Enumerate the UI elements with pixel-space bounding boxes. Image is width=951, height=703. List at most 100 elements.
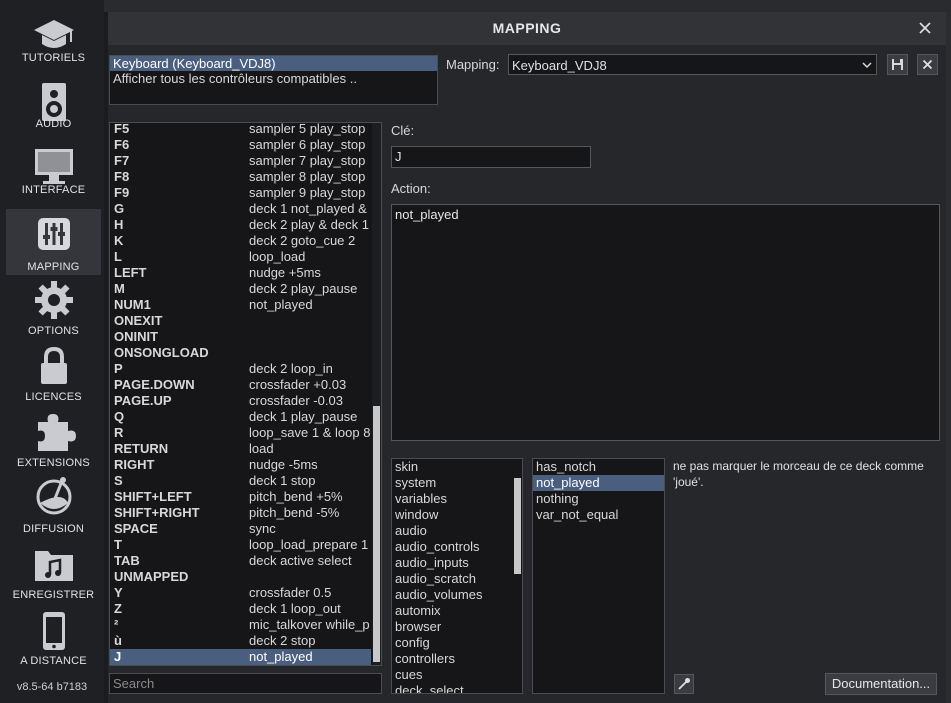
verb-category-item[interactable]: audio_controls (392, 539, 513, 555)
sidebar-item-enregistrer[interactable]: ENREGISTRER (6, 537, 101, 603)
key-mapping-row[interactable]: Sdeck 1 stop (110, 473, 371, 489)
key-mapping-key: M (114, 281, 125, 296)
key-mapping-row[interactable]: Ycrossfader 0.5 (110, 585, 371, 601)
key-mapping-row[interactable]: Zdeck 1 loop_out (110, 601, 371, 617)
key-mapping-row[interactable]: Hdeck 2 play & deck 1 (110, 217, 371, 233)
verb-item[interactable]: var_not_equal (533, 507, 664, 523)
category-list-scrollbar-thumb[interactable] (514, 478, 521, 574)
key-mapping-key: G (114, 201, 125, 216)
key-mapping-row[interactable]: F5 sampler 5 play_stop (110, 123, 371, 137)
close-icon (922, 59, 933, 70)
key-field[interactable]: J (391, 146, 591, 168)
verb-category-item[interactable]: audio (392, 523, 513, 539)
key-mapping-action: crossfader 0.5 (249, 585, 332, 600)
sidebar-item-a-distance[interactable]: A DISTANCE (6, 603, 101, 669)
key-mapping-row[interactable]: Gdeck 1 not_played & (110, 201, 371, 217)
delete-mapping-button[interactable] (917, 54, 938, 75)
key-mapping-row[interactable]: ONEXIT (110, 313, 371, 329)
mapping-dropdown[interactable]: Keyboard_VDJ8 (508, 54, 877, 75)
key-mapping-key: J (114, 649, 122, 664)
verb-category-item[interactable]: variables (392, 491, 513, 507)
sidebar-item-audio[interactable]: AUDIO (6, 66, 101, 132)
key-mapping-row[interactable]: ONINIT (110, 329, 371, 345)
key-mapping-key: UNMAPPED (114, 569, 189, 584)
documentation-button[interactable]: Documentation... (825, 673, 937, 695)
verb-category-item[interactable]: config (392, 635, 513, 651)
eyedropper-button[interactable] (674, 674, 694, 694)
key-mapping-row[interactable]: LEFT nudge +5ms (110, 265, 371, 281)
verb-list[interactable]: has_notch not_played nothing var_not_equal (532, 458, 665, 694)
key-mapping-row[interactable]: Pdeck 2 loop_in (110, 361, 371, 377)
key-mapping-row[interactable]: PAGE.DOWN crossfader +0.03 (110, 377, 371, 393)
key-mapping-row[interactable]: UNMAPPED (110, 569, 371, 585)
key-mapping-key: RIGHT (114, 457, 155, 472)
verb-category-item[interactable]: cues (392, 667, 513, 683)
controller-list[interactable]: Keyboard (Keyboard_VDJ8) Afficher tous l… (109, 55, 438, 105)
save-mapping-button[interactable] (887, 54, 908, 75)
verb-category-item[interactable]: audio_inputs (392, 555, 513, 571)
verb-category-item[interactable]: window (392, 507, 513, 523)
verb-category-item[interactable]: deck_select (392, 683, 513, 693)
key-mapping-action: sync (249, 521, 276, 536)
key-mapping-row[interactable]: F7 sampler 7 play_stop (110, 153, 371, 169)
key-mapping-row[interactable]: SHIFT+LEFT pitch_bend +5% (110, 489, 371, 505)
sidebar-item-interface[interactable]: INTERFACE (6, 132, 101, 198)
verb-item[interactable]: has_notch (533, 459, 664, 475)
key-mapping-row[interactable]: Kdeck 2 goto_cue 2 (110, 233, 371, 249)
show-compatible-controllers-item[interactable]: Afficher tous les contrôleurs compatible… (110, 71, 437, 86)
key-mapping-action: deck 1 stop (249, 473, 316, 488)
key-mapping-action: mic_talkover while_p (249, 617, 370, 632)
verb-category-item[interactable]: system (392, 475, 513, 491)
key-mapping-action: sampler 9 play_stop (249, 185, 366, 200)
verb-category-item[interactable]: audio_scratch (392, 571, 513, 587)
key-mapping-row[interactable]: NUM1 not_played (110, 297, 371, 313)
key-mapping-key: ù (114, 633, 122, 648)
key-mapping-row[interactable]: Lloop_load (110, 249, 371, 265)
key-mapping-row[interactable]: Jnot_played (110, 649, 371, 665)
key-mapping-row[interactable]: PAGE.UP crossfader -0.03 (110, 393, 371, 409)
key-mapping-list[interactable]: F5 sampler 5 play_stop F6 sampler 6 play_st… (109, 122, 382, 666)
music-folder-icon (34, 551, 73, 581)
close-icon[interactable] (916, 19, 934, 37)
controller-item-keyboard[interactable]: Keyboard (Keyboard_VDJ8) (110, 56, 437, 71)
key-mapping-key: ONSONGLOAD (114, 345, 209, 360)
verb-item[interactable]: not_played (533, 475, 664, 491)
verb-category-item[interactable]: browser (392, 619, 513, 635)
key-mapping-row[interactable]: Rloop_save 1 & loop 8 (110, 425, 371, 441)
sidebar-item-extensions[interactable]: EXTENSIONS (6, 405, 101, 471)
key-mapping-key: TAB (114, 553, 140, 568)
key-mapping-key: ONEXIT (114, 313, 163, 328)
action-textarea[interactable]: not_played (391, 204, 940, 441)
sidebar-item-licences[interactable]: LICENCES (6, 339, 101, 405)
key-mapping-row[interactable]: Mdeck 2 play_pause (110, 281, 371, 297)
key-mapping-row[interactable]: ² mic_talkover while_p (110, 617, 371, 633)
key-mapping-row[interactable]: SHIFT+RIGHT pitch_bend -5% (110, 505, 371, 521)
key-mapping-row[interactable]: Qdeck 1 play_pause (110, 409, 371, 425)
key-mapping-row[interactable]: F8 sampler 8 play_stop (110, 169, 371, 185)
sidebar-item-options[interactable]: OPTIONS (6, 273, 101, 339)
key-mapping-row[interactable]: SPACE sync (110, 521, 371, 537)
key-mapping-row[interactable]: ù deck 2 stop (110, 633, 371, 649)
verb-category-item[interactable]: skin (392, 459, 513, 475)
sidebar-item-diffusion[interactable]: DIFFUSION (6, 471, 101, 537)
key-list-scrollbar-thumb[interactable] (373, 406, 380, 662)
key-mapping-row[interactable]: F9 sampler 9 play_stop (110, 185, 371, 201)
key-mapping-row[interactable]: ONSONGLOAD (110, 345, 371, 361)
verb-category-item[interactable]: audio_volumes (392, 587, 513, 603)
key-mapping-row[interactable]: RIGHT nudge -5ms (110, 457, 371, 473)
verb-category-item[interactable]: automix (392, 603, 513, 619)
verb-category-list[interactable]: skin system variables window audio audio_cont… (391, 458, 523, 694)
key-mapping-row[interactable]: F6 sampler 6 play_stop (110, 137, 371, 153)
key-mapping-key: Z (114, 601, 122, 616)
sidebar-item-tutoriels[interactable]: TUTORIELS (6, 0, 101, 66)
search-input[interactable]: Search (109, 673, 382, 694)
key-mapping-action: sampler 7 play_stop (249, 153, 366, 168)
key-mapping-row[interactable]: Tloop_load_prepare 1 (110, 537, 371, 553)
verb-category-item[interactable]: controllers (392, 651, 513, 667)
key-mapping-key: PAGE.DOWN (114, 377, 195, 392)
key-mapping-row[interactable]: TAB deck active select (110, 553, 371, 569)
verb-item[interactable]: nothing (533, 491, 664, 507)
sidebar-item-mapping[interactable]: MAPPING (6, 209, 101, 275)
key-mapping-row[interactable]: RETURN load (110, 441, 371, 457)
sidebar-item-label: LICENCES (25, 391, 82, 403)
